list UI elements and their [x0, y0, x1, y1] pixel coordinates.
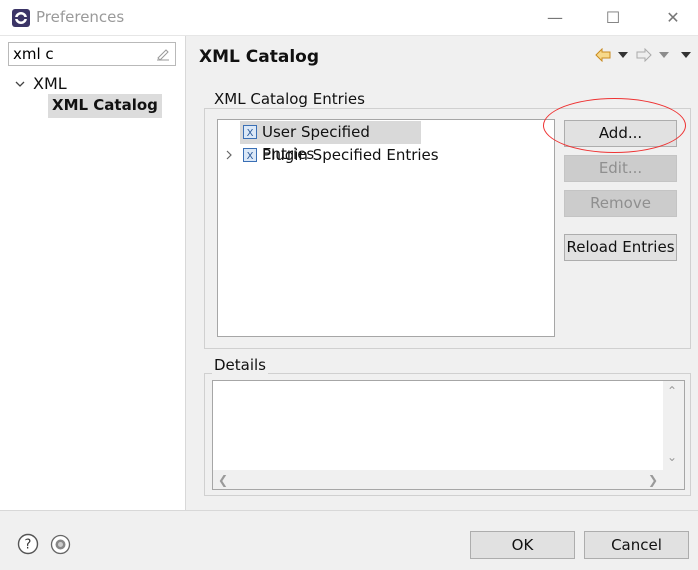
nav-item-xml-catalog[interactable]: XML Catalog: [48, 94, 162, 118]
remove-button[interactable]: Remove: [564, 190, 677, 217]
tree-row-plugin-specified[interactable]: Plugin Specified Entries: [240, 144, 439, 167]
scroll-up-icon[interactable]: ⌃: [667, 385, 677, 397]
scrollbar-corner: [663, 470, 684, 489]
tree-row-user-specified[interactable]: User Specified Entries: [240, 121, 421, 163]
nav-item-xml[interactable]: XML: [33, 74, 67, 93]
back-arrow-icon[interactable]: [595, 48, 611, 62]
scroll-left-icon[interactable]: ❮: [218, 474, 228, 486]
horizontal-scrollbar[interactable]: [213, 470, 663, 489]
back-history-dropdown-icon[interactable]: [618, 52, 628, 58]
xml-catalog-icon: X: [243, 125, 257, 139]
forward-arrow-icon: [636, 48, 652, 62]
ok-button[interactable]: OK: [470, 531, 575, 559]
page-title: XML Catalog: [199, 47, 319, 67]
help-icon[interactable]: ?: [17, 533, 39, 555]
clear-filter-icon[interactable]: [155, 46, 171, 62]
details-group-title: Details: [212, 356, 269, 374]
filter-input[interactable]: [8, 42, 176, 66]
chevron-down-icon[interactable]: [13, 77, 27, 91]
catalog-entries-group-title: XML Catalog Entries: [212, 90, 367, 108]
svg-text:X: X: [247, 128, 254, 139]
maximize-button[interactable]: ☐: [603, 8, 623, 28]
xml-catalog-icon: X: [243, 148, 257, 162]
window-title: Preferences: [36, 8, 125, 26]
preferences-icon[interactable]: [50, 534, 71, 555]
eclipse-icon: [12, 9, 30, 27]
scroll-right-icon[interactable]: ❯: [648, 474, 658, 486]
cancel-button[interactable]: Cancel: [584, 531, 689, 559]
close-button[interactable]: ✕: [663, 8, 683, 28]
chevron-right-icon[interactable]: [224, 149, 234, 161]
edit-button[interactable]: Edit...: [564, 155, 677, 182]
svg-text:?: ?: [25, 538, 32, 553]
forward-history-dropdown-icon: [659, 52, 669, 58]
scroll-down-icon[interactable]: ⌄: [667, 451, 677, 463]
view-menu-icon[interactable]: [681, 52, 691, 58]
reload-entries-button[interactable]: Reload Entries: [564, 234, 677, 261]
add-button[interactable]: Add...: [564, 120, 677, 147]
minimize-button[interactable]: —: [545, 8, 565, 28]
divider: [0, 510, 698, 511]
svg-text:X: X: [247, 151, 254, 162]
